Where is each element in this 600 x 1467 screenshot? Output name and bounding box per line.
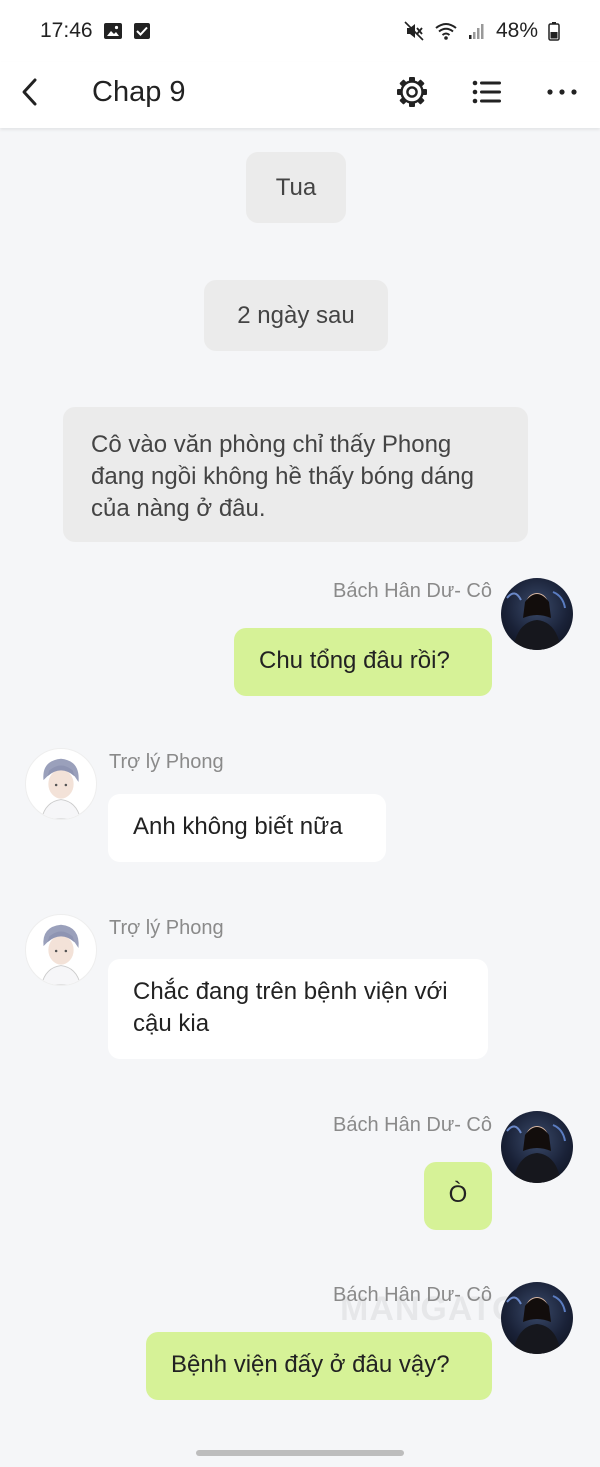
narration-text: Cô vào văn phòng chỉ thấy Phong đang ngồ… xyxy=(91,431,475,522)
avatar[interactable] xyxy=(25,748,97,820)
image-icon xyxy=(103,21,123,41)
app-bar: Chap 9 xyxy=(0,62,600,128)
system-message-text: 2 ngày sau xyxy=(237,301,355,329)
sender-name: Bách Hân Dư- Cô xyxy=(332,580,492,602)
sender-name: Bách Hân Dư- Cô xyxy=(332,1284,492,1306)
message-bubble[interactable]: Ò xyxy=(424,1162,492,1230)
more-options-button[interactable] xyxy=(540,70,584,114)
mute-icon xyxy=(404,21,424,41)
message-bubble[interactable]: Chu tổng đâu rồi? xyxy=(234,628,492,696)
system-message: Tua xyxy=(246,152,346,223)
avatar[interactable] xyxy=(501,1282,573,1354)
message-bubble[interactable]: Anh không biết nữa xyxy=(108,794,386,862)
avatar[interactable] xyxy=(501,578,573,650)
avatar[interactable] xyxy=(25,914,97,986)
settings-button[interactable] xyxy=(390,70,434,114)
avatar[interactable] xyxy=(501,1111,573,1183)
sender-name: Trợ lý Phong xyxy=(109,751,224,773)
back-icon xyxy=(22,78,37,106)
message-text: Ò xyxy=(448,1181,468,1208)
checkbox-icon xyxy=(133,22,151,40)
signal-icon xyxy=(468,22,486,40)
back-button[interactable] xyxy=(12,70,48,114)
message-bubble[interactable]: Bệnh viện đấy ở đâu vậy? xyxy=(146,1332,492,1400)
wifi-icon xyxy=(434,21,458,41)
home-indicator[interactable] xyxy=(196,1450,404,1456)
more-icon xyxy=(547,89,577,95)
sender-name: Bách Hân Dư- Cô xyxy=(332,1114,492,1136)
system-message-text: Tua xyxy=(275,173,317,201)
status-left: 17:46 xyxy=(40,19,151,43)
system-message: 2 ngày sau xyxy=(204,280,388,351)
message-text: Bệnh viện đấy ở đâu vậy? xyxy=(171,1351,450,1378)
settings-icon xyxy=(397,77,427,107)
message-text: Chu tổng đâu rồi? xyxy=(259,647,450,674)
status-time: 17:46 xyxy=(40,19,93,42)
list-icon xyxy=(472,80,501,104)
message-text: Anh không biết nữa xyxy=(133,813,343,840)
page-title: Chap 9 xyxy=(92,76,186,108)
narration-message: Cô vào văn phòng chỉ thấy Phong đang ngồ… xyxy=(63,407,528,542)
battery-icon xyxy=(548,21,560,41)
list-button[interactable] xyxy=(465,70,509,114)
status-right: 48% xyxy=(404,19,560,43)
status-bar: 17:46 48% xyxy=(0,0,600,62)
battery-percent: 48% xyxy=(495,19,538,42)
sender-name: Trợ lý Phong xyxy=(109,917,224,939)
message-text: Chắc đang trên bệnh viện với cậu kia xyxy=(133,978,448,1037)
message-bubble[interactable]: Chắc đang trên bệnh viện với cậu kia xyxy=(108,959,488,1059)
